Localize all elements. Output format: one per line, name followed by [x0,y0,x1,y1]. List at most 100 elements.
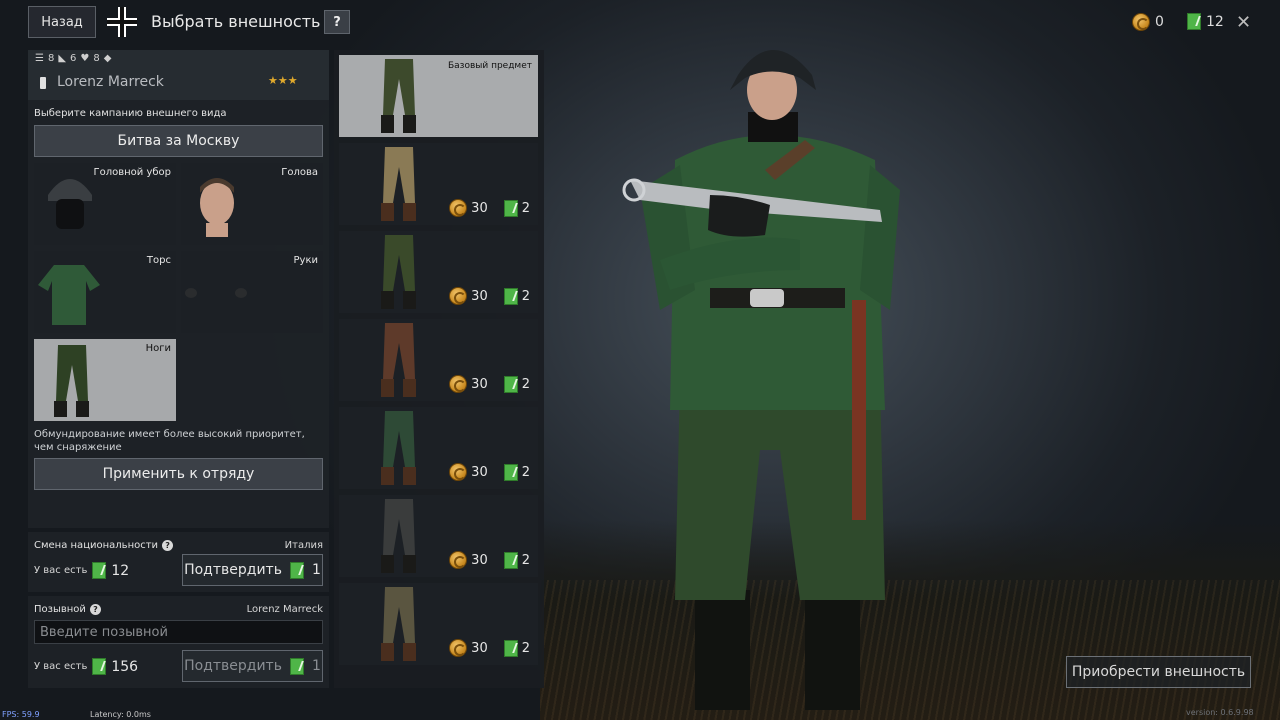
item-price: 30 2 [449,551,530,569]
gold-coin-icon [1132,13,1150,31]
gold-coin-icon [449,463,468,481]
callsign-balance: У вас есть 156 [34,658,138,675]
slot-head-gear[interactable]: Головной убор [34,163,176,245]
soldier-rank-stars: ★★★ [268,74,298,87]
callsign-input[interactable] [34,620,323,644]
close-button[interactable]: ✕ [1236,12,1251,33]
item-list: Базовый предмет 30 2 30 2 30 2 30 2 30 2… [334,50,544,688]
have-label: У вас есть [34,565,88,576]
callsign-current: Lorenz Marreck [246,604,323,615]
price-gold: 30 [471,552,488,568]
item-label: Базовый предмет [447,61,532,71]
ticket-icon [503,639,518,657]
apply-to-squad-button[interactable]: Применить к отряду [34,458,323,490]
gold-coin-icon [449,639,468,657]
have-count: 156 [111,658,139,675]
callsign-title: Позывной ? [34,604,101,615]
ticket-icon [503,199,518,217]
latency-counter: Latency: 0.0ms [90,710,151,719]
boot-icon: ◣ [58,53,67,64]
nationality-title-text: Смена национальности [34,540,159,551]
slot-legs[interactable]: Ноги [34,339,176,421]
item-card[interactable]: 30 2 [339,143,538,225]
item-price: 30 2 [449,463,530,481]
ticket-icon [1187,13,1201,30]
confirm-cost: 1 [311,562,321,578]
soldier-preview[interactable] [600,30,940,720]
price-tickets: 2 [521,376,530,392]
slot-label-head: Голова [281,167,318,178]
price-gold: 30 [471,464,488,480]
item-card[interactable]: 30 2 [339,319,538,401]
gold-coin-icon [449,375,468,393]
have-label: У вас есть [34,661,88,672]
page-title: Выбрать внешность [151,12,321,31]
slot-hands[interactable]: Руки [181,251,323,333]
slot-head[interactable]: Голова [181,163,323,245]
gold-count: 0 [1155,14,1164,30]
balkenkreuz-icon [107,7,137,37]
callsign-confirm-button[interactable]: Подтвердить 1 [182,650,323,682]
ticket-icon [92,562,107,579]
item-card[interactable]: 30 2 [339,407,538,489]
item-card[interactable]: 30 2 [339,231,538,313]
list-icon: ☰ [35,53,44,64]
ticket-icon [289,657,304,675]
campaign-label: Выберите кампанию внешнего вида [34,108,227,119]
item-card[interactable]: Базовый предмет [339,55,538,137]
slot-label-hands: Руки [293,255,319,266]
soldier-name: Lorenz Marreck [57,74,164,90]
ticket-icon [289,561,304,579]
price-tickets: 2 [521,288,530,304]
gold-balance: 0 [1132,13,1164,31]
ticket-icon [503,287,518,305]
nationality-confirm-button[interactable]: Подтвердить 1 [182,554,323,586]
campaign-select-button[interactable]: Битва за Москву [34,125,323,157]
item-card[interactable]: 30 2 [339,583,538,665]
stat-value-1: 8 [47,53,55,64]
have-count: 12 [111,562,130,579]
nationality-panel: Смена национальности ? Италия У вас есть… [28,532,329,592]
soldier-class-icon [40,77,46,89]
back-button[interactable]: Назад [28,6,96,38]
stat-value-3: 8 [93,53,100,64]
item-price: 30 2 [449,375,530,393]
nationality-title: Смена национальности ? [34,540,174,551]
callsign-panel: Позывной ? Lorenz Marreck У вас есть 156… [28,596,329,688]
price-tickets: 2 [521,464,530,480]
appearance-panel: ☰ 8 ◣ 6 ♥ 8 ◆ Lorenz Marreck ★★★ Выберит… [28,50,329,528]
help-icon[interactable]: ? [89,604,101,615]
priority-note: Обмундирование имеет более высокий приор… [34,429,305,453]
nationality-value: Италия [284,540,323,551]
price-gold: 30 [471,640,488,656]
ticket-balance: 12 [1187,13,1224,30]
price-tickets: 2 [521,640,530,656]
price-gold: 30 [471,376,488,392]
help-icon[interactable]: ? [162,540,174,551]
heart-icon: ♥ [80,53,90,64]
confirm-label: Подтвердить [184,562,282,578]
help-button[interactable]: ? [324,10,350,34]
nationality-balance: У вас есть 12 [34,562,129,579]
buy-appearance-button[interactable]: Приобрести внешность [1066,656,1251,688]
gold-coin-icon [449,199,468,217]
price-gold: 30 [471,288,488,304]
slot-torso[interactable]: Торс [34,251,176,333]
gold-coin-icon [449,551,468,569]
soldier-stats: ☰ 8 ◣ 6 ♥ 8 ◆ [35,53,111,64]
price-tickets: 2 [521,200,530,216]
slot-label-head-gear: Головной убор [93,167,171,178]
version-label: version: 0.6.9.98 [1186,708,1254,717]
fps-counter: FPS: 59.9 [2,710,40,719]
ticket-icon [503,375,518,393]
price-gold: 30 [471,200,488,216]
soldier-header: ☰ 8 ◣ 6 ♥ 8 ◆ Lorenz Marreck ★★★ [28,50,329,100]
callsign-title-text: Позывной [34,604,86,615]
top-bar: Назад Выбрать внешность ? 0 12 ✕ [0,0,1280,46]
item-card[interactable]: 30 2 [339,495,538,577]
item-price: 30 2 [449,639,530,657]
confirm-label: Подтвердить [184,658,282,674]
gold-coin-icon [449,287,468,305]
item-price: 30 2 [449,199,530,217]
price-tickets: 2 [521,552,530,568]
